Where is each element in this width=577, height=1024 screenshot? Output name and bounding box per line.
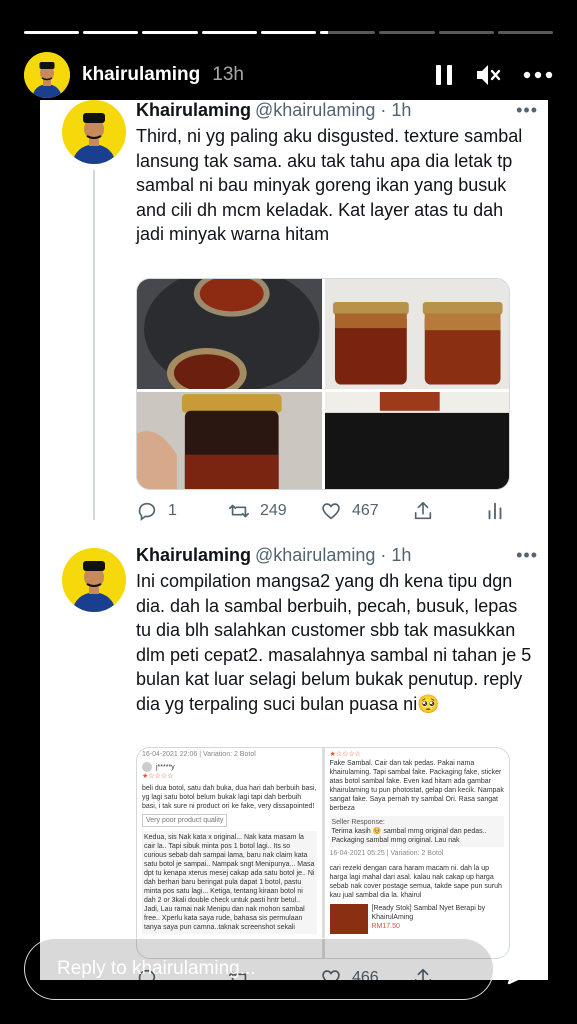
tweet-review-screenshots[interactable]: 16-04-2021 22:06 | Variation: 2 Botol j*…	[136, 747, 510, 959]
tweet-avatar[interactable]	[62, 548, 126, 612]
share-action[interactable]	[412, 500, 484, 522]
instagram-story: khairulaming 13h Khairulaming @khairulam…	[0, 0, 577, 1024]
review-screenshot-right[interactable]: ★☆☆☆☆ Fake Sambal. Cair dan tak pedas. P…	[324, 748, 509, 958]
story-time: 13h	[212, 64, 244, 85]
progress-fill	[201, 31, 257, 34]
rating-star-icon: ★☆☆☆☆	[329, 751, 361, 758]
progress-segment	[379, 31, 435, 34]
story-header: khairulaming 13h	[24, 52, 553, 98]
progress-fill	[320, 31, 329, 34]
pause-icon[interactable]	[435, 64, 453, 86]
progress-segment	[83, 31, 139, 34]
tweet-actions: 1 249 467	[136, 500, 506, 522]
photo-jar-dark[interactable]	[324, 391, 509, 489]
retweet-count: 249	[260, 502, 287, 519]
photo-sambal-jars-top[interactable]	[137, 279, 322, 399]
rating-star-icon: ★☆☆☆☆	[142, 773, 174, 780]
progress-fill	[24, 31, 80, 34]
seller-reply-text: Kedua, sis Nak kata x original... Nak ka…	[142, 831, 317, 934]
review-screenshot-left[interactable]: 16-04-2021 22:06 | Variation: 2 Botol j*…	[137, 748, 322, 958]
tweet-author-name[interactable]: Khairulaming	[136, 545, 251, 565]
seller-response-label: Seller Response:	[331, 819, 385, 826]
progress-segment	[142, 31, 198, 34]
progress-fill	[83, 31, 139, 34]
review-date: 16-04-2021 05:25 | Variation: 2 Botol	[329, 850, 444, 857]
avatar-portrait-icon	[24, 52, 70, 98]
more-icon[interactable]	[523, 71, 553, 79]
thread-line	[93, 170, 95, 520]
reply-count: 1	[168, 502, 177, 519]
progress-segment	[201, 31, 257, 34]
story-username[interactable]: khairulaming	[82, 64, 200, 86]
share-icon	[414, 501, 432, 520]
progress-segment	[438, 31, 494, 34]
product-name: [Ready Stok] Sambal Nyet Berapi by Khair…	[371, 905, 486, 921]
photo-sambal-jars-side[interactable]	[324, 279, 509, 389]
heart-icon	[322, 503, 340, 520]
reply-icon	[138, 502, 156, 521]
progress-segment	[320, 31, 376, 34]
tweet-photo-grid[interactable]	[136, 278, 510, 490]
tweet-handle[interactable]: @khairulaming · 1h	[255, 545, 411, 565]
reviewer-name: j*****y	[156, 763, 175, 771]
progress-fill	[260, 31, 317, 34]
comment-text: cari rezeki dengan cara haram macam ni. …	[329, 865, 502, 899]
mute-icon[interactable]	[475, 63, 501, 87]
send-icon[interactable]	[505, 950, 543, 988]
progress-fill	[142, 31, 198, 34]
reply-input[interactable]: Reply to khairulaming...	[24, 938, 494, 1000]
analytics-action[interactable]	[484, 500, 506, 522]
tweet-more-icon[interactable]: •••	[516, 545, 538, 566]
product-price: RM17.50	[371, 923, 400, 930]
review-tag: Very poor product quality	[142, 814, 228, 827]
retweet-action[interactable]: 249	[228, 500, 320, 522]
avatar-portrait-icon	[62, 100, 126, 164]
reviewer-avatar	[142, 762, 152, 772]
progress-segment	[260, 31, 317, 34]
reply-action[interactable]: 1	[136, 500, 228, 522]
tweet-text: Third, ni yg paling aku disgusted. textu…	[136, 126, 523, 244]
review-date: 16-04-2021 22:06 | Variation: 2 Botol	[142, 751, 256, 758]
progress-segment	[497, 31, 553, 34]
tweet-screenshot-card: Khairulaming @khairulaming · 1h ••• Third…	[40, 100, 548, 980]
like-action[interactable]: 467	[320, 500, 412, 522]
review-text: Fake Sambal. Cair dan tak pedas. Pakai n…	[329, 760, 504, 812]
progress-segment	[24, 31, 80, 34]
story-progress	[24, 31, 553, 34]
seller-response-text: Terima kasih 🥺 sambal mmg original dan p…	[331, 828, 487, 844]
reply-placeholder: Reply to khairulaming...	[57, 958, 256, 979]
tweet-handle[interactable]: @khairulaming · 1h	[255, 100, 411, 120]
tweet-text: Ini compilation mangsa2 yang dh kena tip…	[136, 571, 532, 714]
product-thumbnail	[329, 904, 368, 934]
photo-jar-in-hand[interactable]	[137, 391, 322, 489]
review-text: beli dua botol, satu dah buka, dua hari …	[142, 785, 317, 810]
retweet-icon	[229, 504, 249, 518]
avatar-portrait-icon	[62, 548, 126, 612]
analytics-icon	[488, 502, 502, 520]
tweet-author-name[interactable]: Khairulaming	[136, 100, 251, 120]
tweet-more-icon[interactable]: •••	[516, 100, 538, 121]
avatar[interactable]	[24, 52, 70, 98]
tweet-avatar[interactable]	[62, 100, 126, 164]
like-count: 467	[352, 502, 379, 519]
